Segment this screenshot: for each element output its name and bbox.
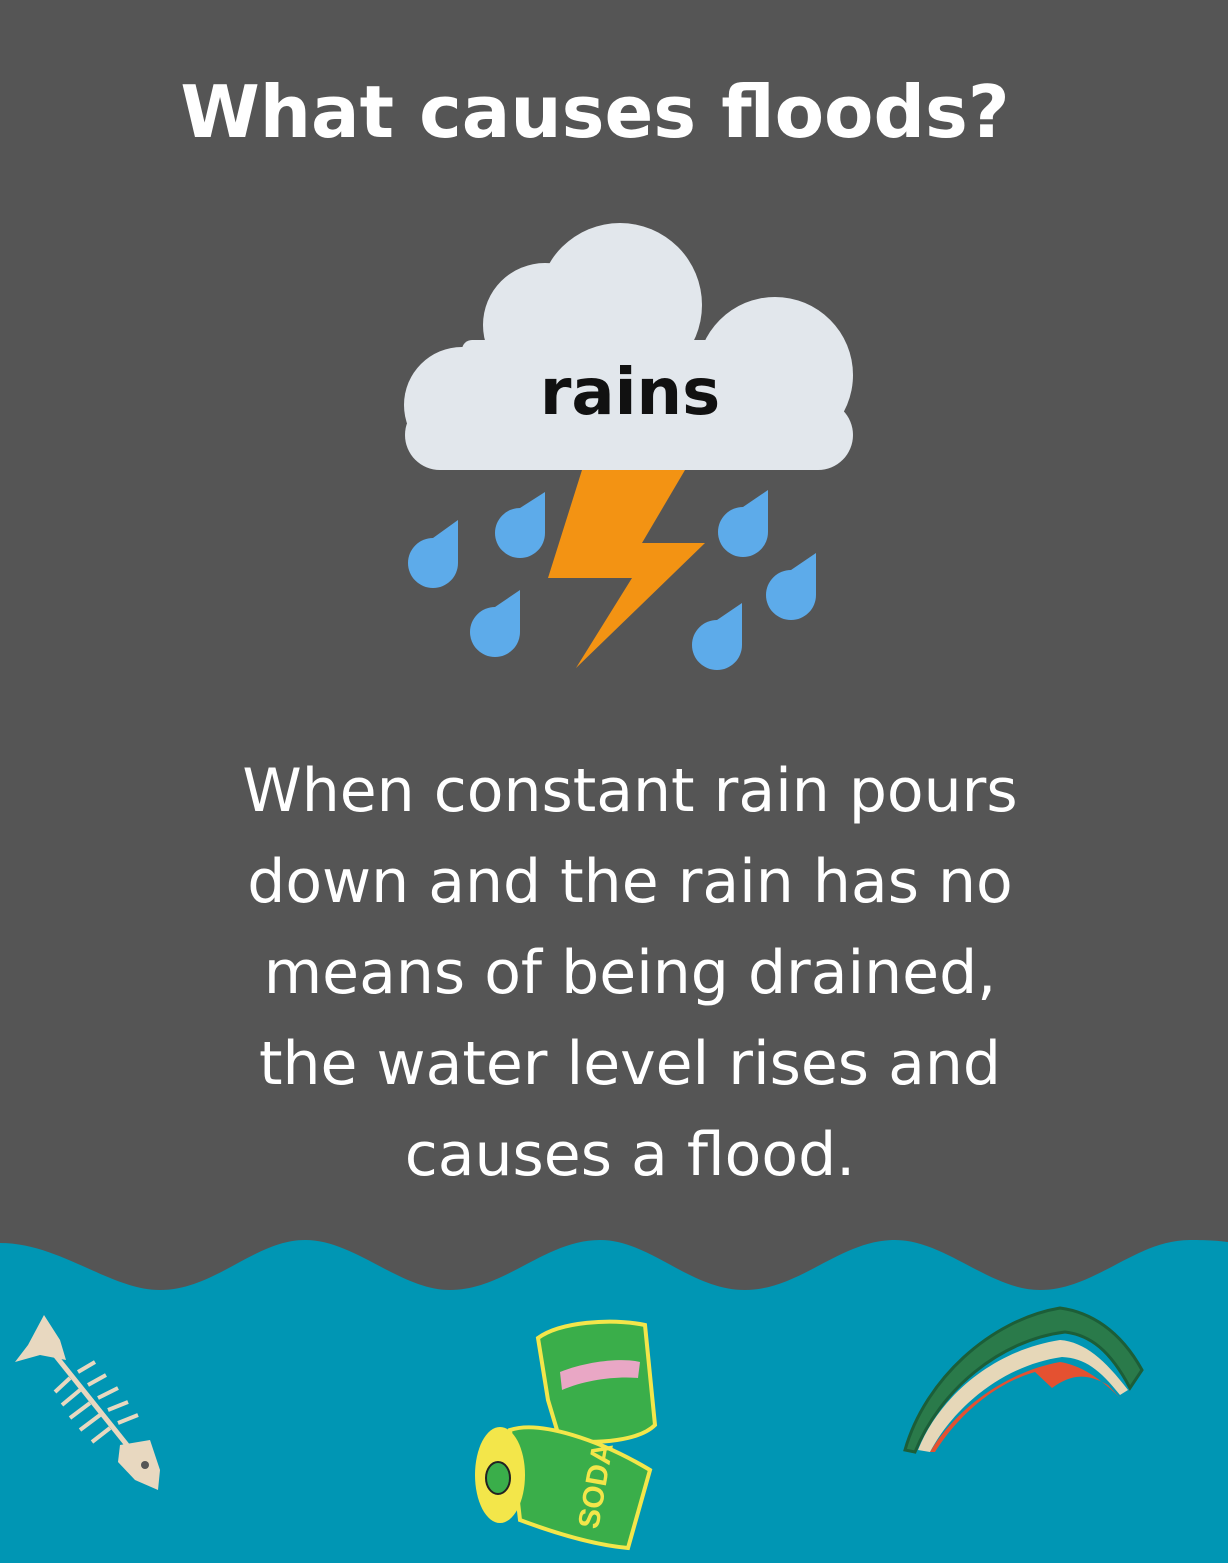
description-line: down and the rain has no — [247, 847, 1013, 917]
raindrop-icon — [408, 520, 458, 588]
description-line: means of being drained, — [263, 938, 997, 1008]
storm-cloud-icon — [404, 223, 853, 670]
page-title: What causes floods? — [180, 70, 1010, 154]
description-line: the water level rises and — [258, 1029, 1002, 1099]
raindrop-icon — [766, 553, 816, 620]
flood-water: SODA — [0, 1240, 1228, 1563]
cloud-shape — [404, 223, 853, 470]
raindrop-icon — [692, 603, 742, 670]
description-line: causes a flood. — [404, 1120, 856, 1190]
description-line: When constant rain pours — [242, 756, 1018, 826]
raindrop-icon — [718, 490, 768, 557]
cloud-label: rains — [539, 356, 721, 430]
raindrop-icon — [470, 590, 520, 657]
raindrop-icon — [495, 492, 545, 558]
description-text: When constant rain pours down and the ra… — [150, 746, 1110, 1201]
lightning-bolt-icon — [548, 470, 705, 668]
